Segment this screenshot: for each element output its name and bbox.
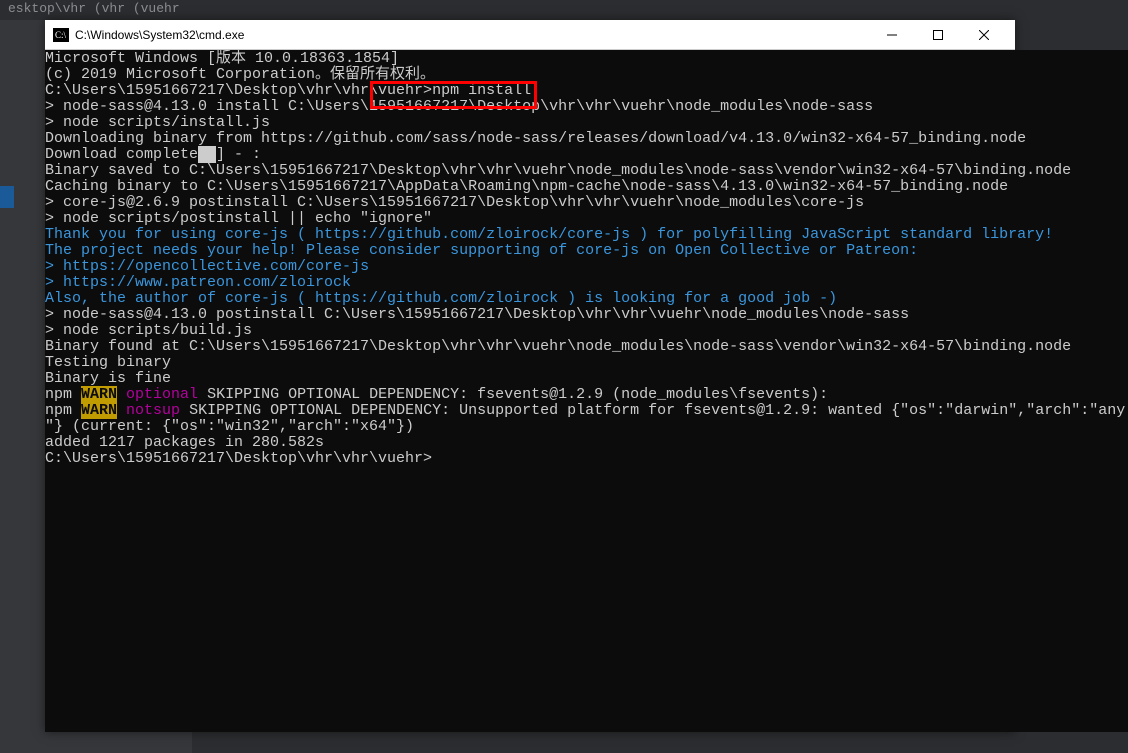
terminal-segment: SKIPPING OPTIONAL DEPENDENCY: Unsupporte… <box>180 402 1125 419</box>
svg-text:C:\: C:\ <box>55 30 67 40</box>
terminal-segment: Binary is fine <box>45 370 171 387</box>
terminal-line: Binary is fine <box>45 371 1125 387</box>
terminal-segment: https://www.patreon.com/zloirock <box>63 274 351 291</box>
terminal-segment: Binary saved to C:\Users\15951667217\Des… <box>45 162 1071 179</box>
terminal-segment: Thank you for using core-js ( <box>45 226 315 243</box>
terminal-line: C:\Users\15951667217\Desktop\vhr\vhr\vue… <box>45 83 1125 99</box>
terminal-line: Downloading binary from https://github.c… <box>45 131 1125 147</box>
cmd-icon: C:\ <box>53 28 69 42</box>
terminal-segment: Binary found at C:\Users\15951667217\Des… <box>45 338 1071 355</box>
terminal-segment: "} (current: {"os":"win32","arch":"x64"}… <box>45 418 414 435</box>
window-title: C:\Windows\System32\cmd.exe <box>75 28 869 42</box>
terminal-segment <box>117 402 126 419</box>
terminal-segment: > <box>45 274 63 291</box>
terminal-line: > node-sass@4.13.0 install C:\Users\1595… <box>45 99 1125 115</box>
terminal-line: > https://opencollective.com/core-js <box>45 259 1125 275</box>
terminal-segment: WARN <box>81 386 117 403</box>
terminal-segment: > <box>45 258 63 275</box>
terminal-line: added 1217 packages in 280.582s <box>45 435 1125 451</box>
terminal-segment: Microsoft Windows [版本 10.0.18363.1854] <box>45 50 399 67</box>
terminal-segment: npm <box>45 402 81 419</box>
cmd-window: C:\ C:\Windows\System32\cmd.exe Microsof… <box>45 20 1015 732</box>
terminal-segment: (c) 2019 Microsoft Corporation。保留所有权利。 <box>45 66 435 83</box>
terminal-output[interactable]: Microsoft Windows [版本 10.0.18363.1854](c… <box>45 50 1128 732</box>
terminal-segment: https://opencollective.com/core-js <box>63 258 369 275</box>
terminal-segment: added 1217 packages in 280.582s <box>45 434 324 451</box>
ide-tab-hint: esktop\vhr (vhr (vuehr <box>0 0 1128 18</box>
terminal-line: "} (current: {"os":"win32","arch":"x64"}… <box>45 419 1125 435</box>
terminal-segment: > node scripts/install.js <box>45 114 270 131</box>
terminal-line: Also, the author of core-js ( https://gi… <box>45 291 1125 307</box>
terminal-line: Thank you for using core-js ( https://gi… <box>45 227 1125 243</box>
terminal-line: npm WARN optional SKIPPING OPTIONAL DEPE… <box>45 387 1125 403</box>
terminal-segment: Caching binary to C:\Users\15951667217\A… <box>45 178 1008 195</box>
terminal-segment: https://github.com/zloirock/core-js <box>315 226 630 243</box>
terminal-segment: Downloading binary from https://github.c… <box>45 130 1026 147</box>
terminal-segment <box>198 146 216 163</box>
terminal-line: Binary saved to C:\Users\15951667217\Des… <box>45 163 1125 179</box>
terminal-wrap: Microsoft Windows [版本 10.0.18363.1854](c… <box>45 50 1015 732</box>
terminal-segment: WARN <box>81 402 117 419</box>
terminal-line: (c) 2019 Microsoft Corporation。保留所有权利。 <box>45 67 1125 83</box>
terminal-segment: C:\Users\15951667217\Desktop\vhr\vhr\vue… <box>45 82 531 99</box>
window-controls <box>869 20 1007 49</box>
ide-left-indicator <box>0 186 14 208</box>
terminal-segment: > node scripts/build.js <box>45 322 252 339</box>
terminal-line: Caching binary to C:\Users\15951667217\A… <box>45 179 1125 195</box>
terminal-segment: Testing binary <box>45 354 171 371</box>
terminal-line: > node-sass@4.13.0 postinstall C:\Users\… <box>45 307 1125 323</box>
close-button[interactable] <box>961 20 1007 49</box>
terminal-line: Testing binary <box>45 355 1125 371</box>
terminal-segment: notsup <box>126 402 180 419</box>
terminal-line: > node scripts/install.js <box>45 115 1125 131</box>
terminal-segment: C:\Users\15951667217\Desktop\vhr\vhr\vue… <box>45 450 432 467</box>
terminal-line: Download complete ] - : <box>45 147 1125 163</box>
terminal-line: > node scripts/postinstall || echo "igno… <box>45 211 1125 227</box>
terminal-line: > core-js@2.6.9 postinstall C:\Users\159… <box>45 195 1125 211</box>
terminal-line: The project needs your help! Please cons… <box>45 243 1125 259</box>
terminal-segment: > node-sass@4.13.0 postinstall C:\Users\… <box>45 306 909 323</box>
terminal-line: > https://www.patreon.com/zloirock <box>45 275 1125 291</box>
terminal-segment: ] - : <box>216 146 261 163</box>
terminal-line: Microsoft Windows [版本 10.0.18363.1854] <box>45 51 1125 67</box>
terminal-segment: > node scripts/postinstall || echo "igno… <box>45 210 432 227</box>
terminal-segment: The project needs your help! Please cons… <box>45 242 918 259</box>
terminal-segment: Also, the author of core-js ( <box>45 290 315 307</box>
terminal-segment: Download complete <box>45 146 198 163</box>
terminal-segment: > core-js@2.6.9 postinstall C:\Users\159… <box>45 194 864 211</box>
maximize-button[interactable] <box>915 20 961 49</box>
titlebar[interactable]: C:\ C:\Windows\System32\cmd.exe <box>45 20 1015 50</box>
terminal-segment <box>117 386 126 403</box>
terminal-segment: > node-sass@4.13.0 install C:\Users\1595… <box>45 98 873 115</box>
terminal-line: Binary found at C:\Users\15951667217\Des… <box>45 339 1125 355</box>
terminal-line: C:\Users\15951667217\Desktop\vhr\vhr\vue… <box>45 451 1125 467</box>
minimize-button[interactable] <box>869 20 915 49</box>
terminal-segment: optional <box>126 386 198 403</box>
terminal-segment: https://github.com/zloirock <box>315 290 558 307</box>
terminal-segment: ) is looking for a good job -) <box>558 290 837 307</box>
terminal-segment: ) for polyfilling JavaScript standard li… <box>630 226 1053 243</box>
terminal-segment: npm <box>45 386 81 403</box>
terminal-segment: SKIPPING OPTIONAL DEPENDENCY: fsevents@1… <box>198 386 828 403</box>
terminal-line: npm WARN notsup SKIPPING OPTIONAL DEPEND… <box>45 403 1125 419</box>
terminal-line: > node scripts/build.js <box>45 323 1125 339</box>
